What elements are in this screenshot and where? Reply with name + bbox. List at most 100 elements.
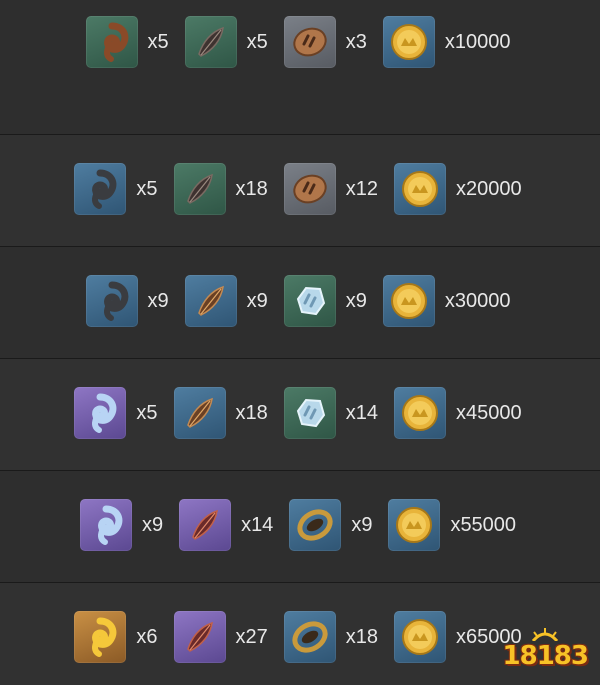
crystal-disc-icon (296, 398, 325, 428)
mora-coin-icon (390, 283, 427, 319)
material-item[interactable]: x5 (184, 16, 272, 68)
material-row: x9 x14 x9 x55000 (0, 471, 600, 583)
site-watermark: 18183 (503, 627, 589, 671)
ornate-disc-icon (293, 174, 327, 204)
sun-rays-icon (532, 628, 559, 641)
material-item[interactable]: x55000 (388, 499, 520, 551)
quantity: x18 (235, 401, 268, 424)
mora-coin-icon (402, 619, 438, 655)
mora-coin-icon (402, 171, 438, 207)
dark-feather-icon (186, 173, 213, 204)
material-item[interactable]: x9 (289, 499, 376, 551)
crystal-disc-icon (296, 286, 325, 316)
brown-spiral-shell-icon (103, 22, 128, 62)
material-tile[interactable] (179, 499, 232, 551)
material-tile[interactable] (85, 275, 138, 327)
material-tile[interactable] (85, 16, 138, 68)
material-tile[interactable] (184, 275, 237, 327)
quantity: x30000 (444, 289, 511, 312)
material-tile[interactable] (388, 499, 441, 551)
quantity: x9 (246, 289, 268, 312)
mora-coin-icon (396, 507, 433, 543)
material-tile[interactable] (382, 16, 435, 68)
quantity: x55000 (450, 513, 517, 536)
material-tile[interactable] (173, 163, 226, 215)
material-tile[interactable] (283, 163, 336, 215)
material-item[interactable]: x14 (179, 499, 277, 551)
quantity: x45000 (456, 401, 522, 424)
material-tile[interactable] (394, 163, 446, 215)
material-item[interactable]: x45000 (394, 387, 526, 439)
blue-spiral-shell-icon (97, 505, 123, 545)
material-item[interactable]: x9 (85, 275, 173, 327)
material-tile[interactable] (394, 387, 446, 439)
material-item[interactable]: x30000 (382, 275, 515, 327)
material-tile[interactable] (283, 387, 336, 439)
mora-coin-icon (390, 24, 427, 60)
quantity: x5 (246, 30, 268, 53)
material-row-items: x9 x14 x9 x55000 (0, 499, 600, 551)
quantity: x18 (345, 625, 378, 648)
material-tile[interactable] (382, 275, 435, 327)
material-item[interactable]: x14 (283, 387, 382, 439)
ornate-disc-icon (293, 27, 327, 57)
material-tile[interactable] (74, 163, 127, 215)
material-tile[interactable] (79, 499, 132, 551)
quantity: x9 (351, 513, 373, 536)
material-item[interactable]: x9 (184, 275, 272, 327)
material-item[interactable]: x27 (173, 611, 272, 663)
golden-ring-icon (297, 509, 333, 541)
mora-coin-icon (402, 395, 438, 431)
quantity: x9 (141, 513, 164, 536)
copper-feather-icon (197, 285, 224, 316)
quantity: x10000 (444, 30, 511, 53)
material-row-items: x5 x18 x14 x45000 (0, 387, 600, 439)
golden-spiral-shell-icon (92, 617, 117, 657)
material-item[interactable]: x18 (173, 387, 272, 439)
material-tile[interactable] (173, 387, 226, 439)
material-row-items: x5 x5 x3 x10000 (0, 16, 600, 68)
quantity: x18 (235, 177, 268, 200)
material-item[interactable]: x6 (74, 611, 161, 663)
golden-ring-icon (292, 621, 328, 653)
quantity: x14 (345, 401, 378, 424)
quantity: x3 (345, 30, 367, 53)
material-tile[interactable] (283, 16, 336, 68)
material-item[interactable]: x10000 (382, 16, 515, 68)
blue-spiral-shell-icon (92, 393, 117, 433)
material-item[interactable]: x5 (74, 387, 161, 439)
crimson-feather-icon (186, 621, 213, 652)
quantity: x6 (136, 625, 158, 648)
crimson-feather-icon (192, 509, 219, 540)
material-tile[interactable] (283, 611, 336, 663)
quantity: x20000 (456, 177, 522, 200)
quantity: x9 (147, 289, 169, 312)
material-tile[interactable] (394, 611, 446, 663)
material-item[interactable]: x9 (283, 275, 371, 327)
material-tile[interactable] (289, 499, 342, 551)
gray-spiral-shell-icon (92, 169, 117, 209)
material-row: x5 x18 x12 x20000 (0, 135, 600, 247)
material-row-items: x5 x18 x12 x20000 (0, 163, 600, 215)
material-item[interactable]: x20000 (394, 163, 526, 215)
quantity: x9 (345, 289, 367, 312)
material-item[interactable]: x9 (79, 499, 167, 551)
material-item[interactable]: x18 (283, 611, 382, 663)
quantity: x12 (345, 177, 378, 200)
material-item[interactable]: x3 (283, 16, 371, 68)
material-tile[interactable] (283, 275, 336, 327)
material-tile[interactable] (74, 611, 127, 663)
material-item[interactable]: x5 (74, 163, 161, 215)
quantity: x5 (147, 30, 169, 53)
material-tile[interactable] (74, 387, 127, 439)
dark-feather-icon (197, 26, 224, 57)
quantity: x27 (235, 625, 268, 648)
material-item[interactable]: x18 (173, 163, 272, 215)
quantity: x5 (136, 401, 158, 424)
gray-spiral-shell-icon (103, 281, 128, 321)
material-row: x9 x9 x9 x30000 (0, 247, 600, 359)
material-tile[interactable] (173, 611, 226, 663)
material-tile[interactable] (184, 16, 237, 68)
material-item[interactable]: x5 (85, 16, 173, 68)
material-item[interactable]: x12 (283, 163, 382, 215)
